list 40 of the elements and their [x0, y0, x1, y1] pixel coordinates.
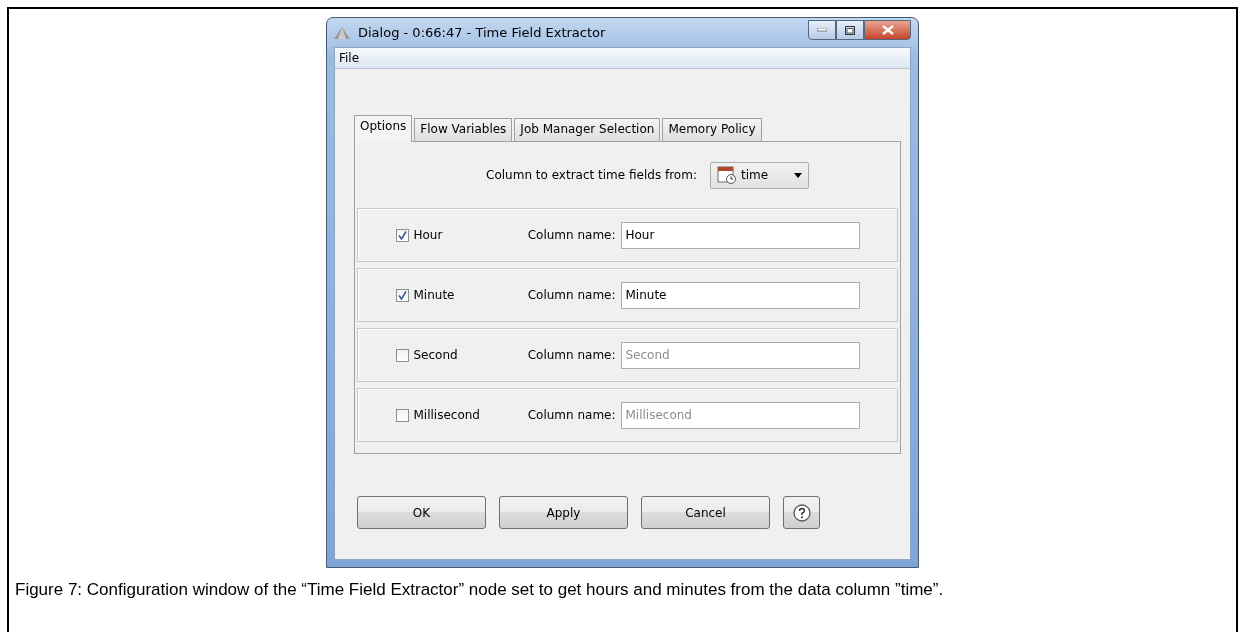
checkbox[interactable]: [395, 348, 409, 362]
tab[interactable]: Options: [354, 115, 413, 142]
checkbox-label: Second: [413, 348, 458, 362]
checkbox[interactable]: [395, 228, 409, 242]
column-selector-label: Column to extract time fields from:: [486, 168, 697, 182]
help-icon: [792, 503, 811, 522]
checkbox-label: Hour: [413, 228, 443, 242]
checkbox[interactable]: [395, 288, 409, 302]
calendar-clock-icon: [716, 166, 737, 184]
column-name-label: Column name:: [526, 348, 616, 362]
column-name-label: Column name:: [526, 408, 616, 422]
minimize-icon: [817, 28, 827, 32]
column-name-label: Column name:: [526, 288, 616, 302]
checkbox-label: Minute: [413, 288, 455, 302]
triangle-icon: [334, 26, 350, 39]
column-name-label: Column name:: [526, 228, 616, 242]
checkbox[interactable]: [395, 408, 409, 422]
tab[interactable]: Job Manager Selection: [514, 118, 661, 141]
checkbox-label: Millisecond: [413, 408, 480, 422]
figure-caption: Figure 7: Configuration window of the “Time Field Extractor” node set to get hours and minutes from the data column ”time”.: [15, 579, 945, 601]
close-icon: [881, 25, 894, 35]
menu-item[interactable]: File: [335, 51, 364, 65]
tab[interactable]: Memory Policy: [662, 118, 762, 141]
column-name-field[interactable]: Hour: [620, 221, 860, 249]
dropdown-value: time: [740, 168, 769, 182]
dialog-button[interactable]: OK: [357, 496, 486, 529]
tab[interactable]: Flow Variables: [414, 118, 513, 141]
help-button[interactable]: [783, 496, 820, 529]
dialog-button[interactable]: Cancel: [641, 496, 770, 529]
column-dropdown[interactable]: time: [709, 161, 809, 189]
close-button[interactable]: [864, 20, 911, 40]
minimize-button[interactable]: [808, 20, 836, 40]
maximize-icon: [845, 25, 855, 35]
caret-icon: [793, 172, 802, 178]
checkmark-icon: [397, 230, 407, 240]
dialog-button[interactable]: Apply: [499, 496, 628, 529]
maximize-button[interactable]: [836, 20, 864, 40]
checkmark-icon: [397, 290, 407, 300]
column-name-field[interactable]: Minute: [620, 281, 860, 309]
window-title: Dialog - 0:66:47 - Time Field Extractor: [358, 25, 606, 40]
